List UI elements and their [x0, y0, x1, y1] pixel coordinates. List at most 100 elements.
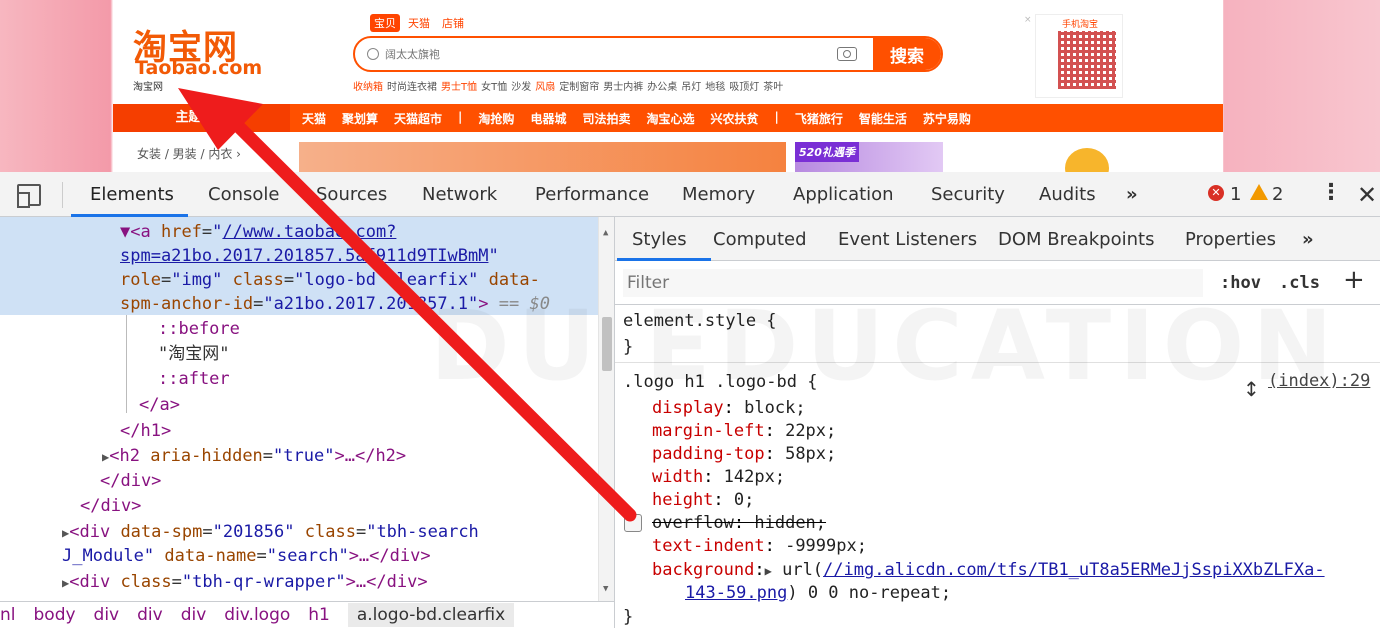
search-tab-tmall[interactable]: 天猫: [404, 14, 434, 32]
tab-elements[interactable]: Elements: [90, 184, 174, 205]
tab-console[interactable]: Console: [208, 184, 279, 205]
hot-word[interactable]: 地毯: [705, 82, 725, 93]
dom-node-div-close-2[interactable]: </div>: [80, 494, 141, 519]
search-button[interactable]: 搜索: [873, 38, 941, 70]
pseudo-after[interactable]: ::after: [158, 367, 230, 392]
nav-item[interactable]: 兴农扶贫: [710, 110, 758, 127]
more-tabs-icon[interactable]: »: [1126, 184, 1138, 205]
tab-network[interactable]: Network: [422, 184, 497, 205]
close-devtools-icon[interactable]: ✕: [1357, 181, 1377, 209]
tab-audits[interactable]: Audits: [1039, 184, 1096, 205]
tab-dom-breakpoints[interactable]: DOM Breakpoints: [998, 229, 1154, 250]
taobao-logo-domain[interactable]: Taobao.com: [135, 57, 262, 79]
dom-node-h2[interactable]: ▶<h2 aria-hidden="true">…</h2>: [102, 444, 406, 470]
kebab-menu-icon[interactable]: ⋮: [1320, 182, 1342, 204]
search-input[interactable]: [385, 47, 837, 61]
hot-word[interactable]: 沙发: [511, 82, 531, 93]
pseudo-before[interactable]: ::before: [158, 317, 240, 342]
overflow-checkbox[interactable]: [624, 514, 642, 532]
nav-item[interactable]: 淘抢购: [478, 110, 514, 127]
dom-node-qr-div[interactable]: ▶<div class="tbh-qr-wrapper">…</div>: [62, 570, 428, 596]
more-sidebar-tabs-icon[interactable]: »: [1302, 229, 1314, 250]
qr-close-icon[interactable]: ×: [1024, 15, 1032, 25]
css-declaration[interactable]: margin-left: 22px;: [652, 420, 836, 443]
breadcrumb-item[interactable]: div: [181, 605, 207, 625]
tab-properties[interactable]: Properties: [1185, 229, 1276, 250]
breadcrumb-item[interactable]: div: [94, 605, 120, 625]
scroll-down-icon[interactable]: ▼: [603, 577, 608, 601]
hot-word[interactable]: 定制窗帘: [559, 82, 599, 93]
promo-banner-2[interactable]: 520礼遇季: [795, 142, 943, 172]
camera-icon[interactable]: [837, 47, 857, 61]
tab-sources[interactable]: Sources: [316, 184, 387, 205]
hot-word[interactable]: 吊灯: [681, 82, 701, 93]
nav-item[interactable]: 电器城: [530, 110, 566, 127]
category-item[interactable]: 女装 / 男装 / 内衣 ›: [113, 132, 290, 172]
breadcrumb-item[interactable]: h1: [308, 605, 330, 625]
hot-word[interactable]: 女T恤: [481, 82, 507, 93]
hot-word[interactable]: 时尚连衣裙: [387, 82, 437, 93]
css-declaration[interactable]: background:▶ url(//img.alicdn.com/tfs/TB…: [652, 559, 1325, 583]
dom-node-div-close-1[interactable]: </div>: [100, 469, 161, 494]
tab-memory[interactable]: Memory: [682, 184, 755, 205]
css-declaration[interactable]: height: 0;: [652, 489, 754, 512]
elements-scrollbar[interactable]: ▲ ▼: [598, 217, 614, 601]
hot-word[interactable]: 吸顶灯: [729, 82, 759, 93]
nav-item[interactable]: 淘宝心选: [646, 110, 694, 127]
warning-count[interactable]: 2: [1272, 184, 1283, 205]
tab-styles[interactable]: Styles: [632, 229, 687, 250]
breadcrumb-item[interactable]: nl: [0, 605, 16, 625]
hot-word[interactable]: 男士T恤: [441, 82, 477, 93]
search-tab-items[interactable]: 宝贝: [370, 14, 400, 32]
nav-item[interactable]: 苏宁易购: [923, 110, 971, 127]
dom-node-a-close[interactable]: </a>: [139, 393, 180, 418]
tab-event-listeners[interactable]: Event Listeners: [838, 229, 977, 250]
nav-item[interactable]: 天猫: [302, 110, 326, 127]
breadcrumb-item[interactable]: div.logo: [224, 605, 290, 625]
nav-item[interactable]: 智能生活: [859, 110, 907, 127]
css-declaration-cont[interactable]: 143-59.png) 0 0 no-repeat;: [685, 582, 951, 605]
nav-item[interactable]: 天猫超市: [394, 110, 442, 127]
css-declaration-disabled[interactable]: overflow: hidden;: [652, 512, 826, 535]
dom-node-search-div-line2[interactable]: J_Module" data-name="search">…</div>: [62, 544, 431, 569]
background-url-link[interactable]: //img.alicdn.com/tfs/TB1_uT8a5ERMeJjSspi…: [823, 560, 1325, 580]
promo-banner-1[interactable]: [299, 142, 786, 172]
dom-node-h1-close[interactable]: </h1>: [120, 419, 171, 444]
hot-word[interactable]: 收纳箱: [353, 82, 383, 93]
expand-triangle-icon[interactable]: ▶: [765, 564, 772, 578]
hot-word[interactable]: 茶叶: [763, 82, 783, 93]
css-declaration[interactable]: text-indent: -9999px;: [652, 535, 867, 558]
tab-computed[interactable]: Computed: [713, 229, 807, 250]
breadcrumb-item[interactable]: body: [34, 605, 76, 625]
text-node[interactable]: "淘宝网": [158, 342, 229, 367]
error-count[interactable]: 1: [1230, 184, 1241, 205]
tab-application[interactable]: Application: [793, 184, 894, 205]
new-rule-icon[interactable]: +: [1343, 265, 1365, 295]
nav-main-market[interactable]: 主题市场: [113, 104, 290, 132]
background-url-link-2[interactable]: 143-59.png: [685, 583, 787, 603]
tab-security[interactable]: Security: [931, 184, 1005, 205]
nav-item[interactable]: 聚划算: [342, 110, 378, 127]
css-declaration[interactable]: width: 142px;: [652, 466, 785, 489]
breadcrumb-item-current[interactable]: a.logo-bd.clearfix: [347, 603, 515, 627]
promo-banner-3[interactable]: [953, 142, 1223, 172]
breadcrumb-item[interactable]: div: [137, 605, 163, 625]
hot-word[interactable]: 男士内裤: [603, 82, 643, 93]
warning-icon[interactable]: [1250, 184, 1268, 200]
dom-node-a-line3[interactable]: role="img" class="logo-bd clearfix" data…: [120, 268, 540, 293]
tab-performance[interactable]: Performance: [535, 184, 649, 205]
nav-item[interactable]: 飞猪旅行: [795, 110, 843, 127]
search-tab-shop[interactable]: 店铺: [438, 14, 468, 32]
dom-node-a[interactable]: ▼<a href="//www.taobao.com?: [120, 220, 396, 245]
nav-item[interactable]: 司法拍卖: [582, 110, 630, 127]
scroll-up-icon[interactable]: ▲: [603, 221, 608, 246]
css-declaration[interactable]: padding-top: 58px;: [652, 443, 836, 466]
dom-node-a-line2[interactable]: spm=a21bo.2017.201857.5af911d9TIwBmM": [120, 244, 499, 269]
hot-word[interactable]: 风扇: [535, 82, 555, 93]
hot-word[interactable]: 办公桌: [647, 82, 677, 93]
error-icon[interactable]: ✕: [1208, 185, 1224, 201]
dom-node-search-div[interactable]: ▶<div data-spm="201856" class="tbh-searc…: [62, 520, 479, 546]
attr-href-value[interactable]: //www.taobao.com?: [222, 222, 396, 242]
attr-href-value-2[interactable]: spm=a21bo.2017.201857.5af911d9TIwBmM: [120, 246, 488, 266]
device-toggle-icon[interactable]: [17, 184, 41, 208]
